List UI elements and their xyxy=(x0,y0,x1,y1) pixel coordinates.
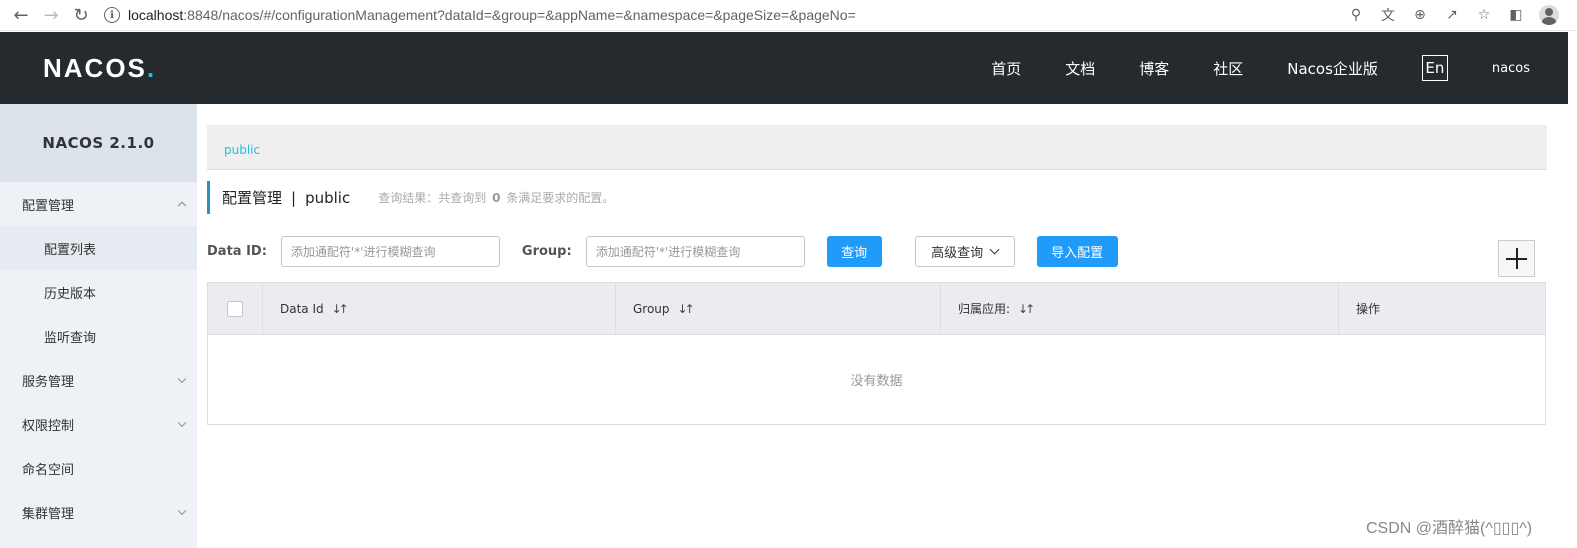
site-info-icon[interactable]: i xyxy=(104,7,120,23)
chevron-down-icon xyxy=(177,506,187,516)
sidebar-item-service-management[interactable]: 服务管理 xyxy=(0,358,197,402)
nav-docs[interactable]: 文档 xyxy=(1065,58,1095,79)
sidebar-item-label: 配置列表 xyxy=(44,242,97,258)
namespace-bar: public xyxy=(207,125,1547,170)
sort-icon[interactable]: ↓↑ xyxy=(1018,302,1035,316)
table-empty-state: 没有数据 xyxy=(850,374,903,389)
title-separator: | xyxy=(291,188,297,207)
column-label: 操作 xyxy=(1356,302,1381,316)
query-button[interactable]: 查询 xyxy=(826,235,882,267)
address-bar[interactable]: i localhost:8848/nacos/#/configurationMa… xyxy=(104,2,1347,28)
column-header-app: 归属应用: ↓↑ xyxy=(941,283,1339,334)
sidebar-item-cluster-management[interactable]: 集群管理 xyxy=(0,490,197,534)
sidebar-title: NACOS 2.1.0 xyxy=(0,104,197,182)
advanced-query-label: 高级查询 xyxy=(931,245,984,261)
sidebar-item-label: 配置管理 xyxy=(22,198,75,214)
main-content: public 配置管理 | public 查询结果：共查询到 0 条满足要求的配… xyxy=(207,104,1547,425)
language-switch-button[interactable]: En xyxy=(1421,55,1448,81)
query-result-text: 查询结果：共查询到 0 条满足要求的配置。 xyxy=(378,191,615,205)
group-input[interactable]: 添加通配符'*'进行模糊查询 xyxy=(585,235,805,267)
share-icon[interactable]: ↗ xyxy=(1443,6,1461,24)
bookmark-star-icon[interactable]: ☆ xyxy=(1475,6,1493,24)
top-nav: 首页 文档 博客 社区 Nacos企业版 En nacos xyxy=(991,32,1568,104)
sidebar-item-config-list[interactable]: 配置列表 xyxy=(0,226,197,270)
select-all-checkbox[interactable] xyxy=(227,300,243,317)
sidebar-item-label: 服务管理 xyxy=(22,374,75,390)
sidebar-item-listener-query[interactable]: 监听查询 xyxy=(0,314,197,358)
chevron-down-icon xyxy=(989,244,1000,254)
namespace-tab-public[interactable]: public xyxy=(224,143,260,157)
config-table: Data Id ↓↑ Group ↓↑ 归属应用: ↓↑ 操作 没有数据 xyxy=(207,282,1546,425)
select-all-cell xyxy=(208,283,263,334)
browser-toolbar: ← → ↻ i localhost:8848/nacos/#/configura… xyxy=(0,0,1577,31)
chevron-down-icon xyxy=(177,374,187,384)
current-namespace: public xyxy=(305,188,351,207)
top-header: NACOS. 首页 文档 博客 社区 Nacos企业版 En nacos xyxy=(0,32,1568,104)
nav-blog[interactable]: 博客 xyxy=(1139,58,1169,79)
import-config-button[interactable]: 导入配置 xyxy=(1036,235,1118,267)
url-host: localhost xyxy=(128,7,184,23)
sidebar-item-config-management[interactable]: 配置管理 xyxy=(0,182,197,226)
nacos-logo[interactable]: NACOS. xyxy=(43,53,156,84)
sort-icon[interactable]: ↓↑ xyxy=(678,302,695,316)
chevron-up-icon xyxy=(177,201,187,211)
sort-icon[interactable]: ↓↑ xyxy=(332,302,349,316)
back-arrow-icon[interactable]: ← xyxy=(6,3,36,27)
watermark: CSDN @酒醉猫(^▯▯▯^) xyxy=(1366,520,1533,537)
column-label: Data Id xyxy=(280,301,324,316)
nav-home[interactable]: 首页 xyxy=(991,58,1021,79)
sidebar-item-label: 集群管理 xyxy=(22,506,75,522)
user-menu[interactable]: nacos xyxy=(1492,61,1530,76)
page-title: 配置管理 xyxy=(222,189,283,207)
sidebar-item-label: 监听查询 xyxy=(44,330,97,346)
column-header-group: Group ↓↑ xyxy=(616,283,941,334)
data-id-input[interactable]: 添加通配符'*'进行模糊查询 xyxy=(280,235,500,267)
sidebar: NACOS 2.1.0 配置管理 配置列表 历史版本 监听查询 服务管理 权限控… xyxy=(0,104,197,548)
column-header-data-id: Data Id ↓↑ xyxy=(263,283,616,334)
forward-arrow-icon[interactable]: → xyxy=(36,3,66,27)
sidebar-item-label: 历史版本 xyxy=(44,286,97,302)
column-label: Group xyxy=(633,301,670,316)
nav-community[interactable]: 社区 xyxy=(1213,58,1243,79)
advanced-query-button[interactable]: 高级查询 xyxy=(914,235,1015,267)
reload-icon[interactable]: ↻ xyxy=(66,3,96,27)
group-label: Group: xyxy=(521,243,572,259)
data-id-label: Data ID: xyxy=(207,243,267,259)
profile-avatar-icon[interactable] xyxy=(1539,5,1559,25)
sidebar-item-access-control[interactable]: 权限控制 xyxy=(0,402,197,446)
sidebar-item-history[interactable]: 历史版本 xyxy=(0,270,197,314)
nav-enterprise[interactable]: Nacos企业版 xyxy=(1287,58,1378,79)
add-config-button[interactable] xyxy=(1498,240,1535,277)
column-header-actions: 操作 xyxy=(1339,283,1545,334)
table-header: Data Id ↓↑ Group ↓↑ 归属应用: ↓↑ 操作 xyxy=(208,283,1545,335)
sidebar-item-label: 权限控制 xyxy=(22,418,75,434)
chevron-down-icon xyxy=(177,418,187,428)
column-label: 归属应用: xyxy=(958,302,1011,316)
side-panel-icon[interactable]: ◧ xyxy=(1507,6,1525,24)
sidebar-item-label: 命名空间 xyxy=(22,462,75,478)
zoom-icon[interactable]: ⊕ xyxy=(1411,6,1429,24)
filter-row: Data ID: 添加通配符'*'进行模糊查询 Group: 添加通配符'*'进… xyxy=(207,235,1547,277)
url-path: :8848/nacos/#/configurationManagement?da… xyxy=(183,7,856,23)
page-header: 配置管理 | public 查询结果：共查询到 0 条满足要求的配置。 xyxy=(207,181,1547,214)
translate-icon[interactable]: 文 xyxy=(1379,6,1397,24)
key-icon[interactable]: ⚲ xyxy=(1347,6,1365,24)
sidebar-item-namespace[interactable]: 命名空间 xyxy=(0,446,197,490)
